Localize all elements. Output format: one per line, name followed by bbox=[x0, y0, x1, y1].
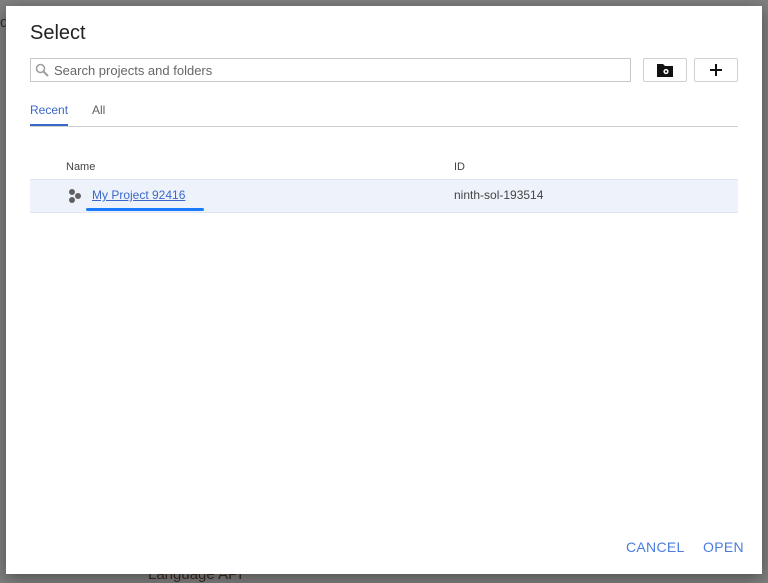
column-header-name: Name bbox=[66, 161, 96, 173]
column-header-id: ID bbox=[454, 161, 465, 173]
search-input[interactable] bbox=[54, 62, 614, 78]
open-button[interactable]: OPEN bbox=[703, 539, 744, 555]
tab-all[interactable]: All bbox=[92, 103, 105, 117]
project-hexagons-icon bbox=[69, 189, 81, 203]
manage-resources-button[interactable] bbox=[643, 58, 687, 82]
project-id: ninth-sol-193514 bbox=[454, 188, 544, 202]
dialog-title: Select bbox=[30, 22, 86, 44]
project-name-link[interactable]: My Project 92416 bbox=[92, 188, 185, 202]
active-tab-indicator bbox=[30, 124, 68, 126]
search-box[interactable] bbox=[30, 58, 631, 82]
folder-gear-icon bbox=[657, 64, 673, 77]
tab-recent[interactable]: Recent bbox=[30, 103, 68, 117]
search-icon bbox=[35, 63, 49, 77]
tab-bar: Recent All bbox=[30, 100, 738, 127]
table-row[interactable]: My Project 92416 ninth-sol-193514 bbox=[30, 179, 738, 213]
plus-icon bbox=[710, 64, 722, 76]
highlight-underline bbox=[86, 208, 204, 211]
select-dialog: Select Recent All Name ID My Project 924… bbox=[6, 6, 762, 574]
new-project-button[interactable] bbox=[694, 58, 738, 82]
cancel-button[interactable]: CANCEL bbox=[626, 539, 685, 555]
